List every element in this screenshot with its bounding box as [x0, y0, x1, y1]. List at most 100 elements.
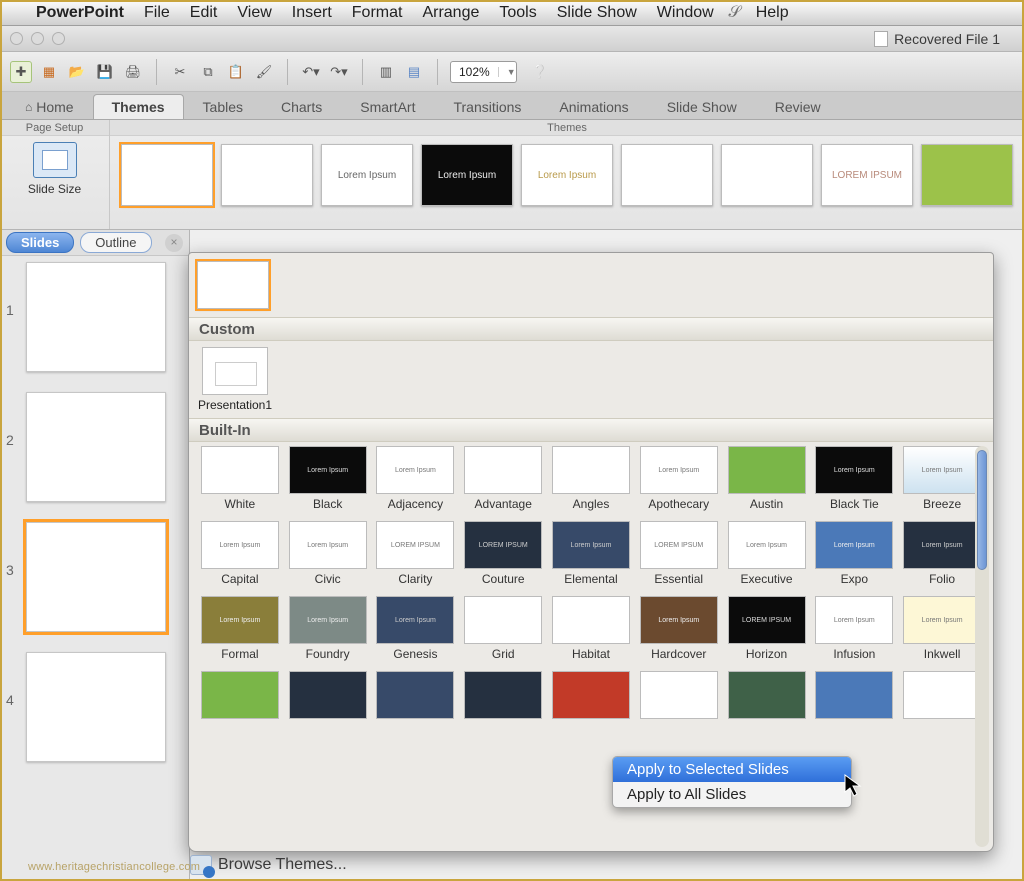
- theme-lorem1[interactable]: Lorem Ipsum: [321, 144, 413, 206]
- slide-thumbnail[interactable]: 1: [6, 262, 183, 372]
- theme-cell[interactable]: Lorem IpsumCapital: [199, 521, 281, 592]
- theme-cell[interactable]: [813, 671, 895, 728]
- theme-cell[interactable]: Lorem IpsumExecutive: [726, 521, 808, 592]
- copy-icon[interactable]: ⧉: [197, 61, 219, 83]
- tab-slides[interactable]: Slides: [6, 232, 74, 253]
- slide-thumbnail[interactable]: 4: [6, 652, 183, 762]
- theme-cell[interactable]: Lorem IpsumBreeze: [901, 446, 983, 517]
- theme-cell[interactable]: Lorem IpsumCivic: [287, 521, 369, 592]
- theme-cell[interactable]: Grid: [462, 596, 544, 667]
- theme-apothecary[interactable]: LOREM IPSUM: [821, 144, 913, 206]
- menu-file[interactable]: File: [134, 4, 180, 22]
- browse-themes-button[interactable]: Browse Themes...: [190, 855, 347, 875]
- theme-cell[interactable]: Lorem IpsumExpo: [813, 521, 895, 592]
- theme-cell[interactable]: Lorem IpsumApothecary: [638, 446, 720, 517]
- save-icon[interactable]: 💾: [94, 61, 116, 83]
- theme-black[interactable]: Lorem Ipsum: [421, 144, 513, 206]
- theme-cell[interactable]: Lorem IpsumInfusion: [813, 596, 895, 667]
- format-painter-icon[interactable]: 🖌: [253, 61, 275, 83]
- theme-cell[interactable]: Habitat: [550, 596, 632, 667]
- close-panel-icon[interactable]: ×: [165, 234, 183, 252]
- menu-edit[interactable]: Edit: [180, 4, 228, 22]
- tab-smartart[interactable]: SmartArt: [341, 94, 434, 119]
- theme-austin[interactable]: [921, 144, 1013, 206]
- menu-arrange[interactable]: Arrange: [412, 4, 489, 22]
- menu-slideshow[interactable]: Slide Show: [547, 4, 647, 22]
- menu-tools[interactable]: Tools: [489, 4, 546, 22]
- new-slide-icon[interactable]: ✚: [10, 61, 32, 83]
- theme-advantage[interactable]: [621, 144, 713, 206]
- close-window-button[interactable]: [10, 32, 23, 45]
- theme-cell[interactable]: Angles: [550, 446, 632, 517]
- open-icon[interactable]: 📂: [66, 61, 88, 83]
- tab-transitions[interactable]: Transitions: [434, 94, 540, 119]
- theme-cell[interactable]: LOREM IPSUMEssential: [638, 521, 720, 592]
- theme-cell[interactable]: Advantage: [462, 446, 544, 517]
- menu-help[interactable]: Help: [746, 4, 799, 22]
- print-icon[interactable]: 🖨: [122, 61, 144, 83]
- theme-angles[interactable]: [721, 144, 813, 206]
- tab-animations[interactable]: Animations: [540, 94, 647, 119]
- tab-charts[interactable]: Charts: [262, 94, 341, 119]
- theme-cell[interactable]: [550, 671, 632, 728]
- tab-slideshow[interactable]: Slide Show: [648, 94, 756, 119]
- theme-cell[interactable]: White: [199, 446, 281, 517]
- theme-cell[interactable]: Lorem IpsumFormal: [199, 596, 281, 667]
- theme-cell[interactable]: Lorem IpsumHardcover: [638, 596, 720, 667]
- redo-icon[interactable]: ↷▾: [328, 61, 350, 83]
- theme-cell[interactable]: Lorem IpsumElemental: [550, 521, 632, 592]
- theme-cell[interactable]: LOREM IPSUMHorizon: [726, 596, 808, 667]
- zoom-dropdown-icon[interactable]: ▼: [498, 67, 516, 77]
- theme-cell[interactable]: Lorem IpsumAdjacency: [375, 446, 457, 517]
- tab-home[interactable]: ⌂Home: [6, 94, 93, 119]
- slide-thumbnail[interactable]: 3: [6, 522, 183, 632]
- menu-window[interactable]: Window: [647, 4, 724, 22]
- tab-outline[interactable]: Outline: [80, 232, 151, 253]
- themes-scrollbar[interactable]: [975, 446, 989, 847]
- menu-app[interactable]: PowerPoint: [26, 4, 134, 22]
- undo-icon[interactable]: ↶▾: [300, 61, 322, 83]
- cut-icon[interactable]: ✂: [169, 61, 191, 83]
- minimize-window-button[interactable]: [31, 32, 44, 45]
- tab-review[interactable]: Review: [756, 94, 840, 119]
- theme-cell[interactable]: [901, 671, 983, 728]
- menuitem-apply-selected[interactable]: Apply to Selected Slides: [613, 757, 851, 782]
- slide-thumbnail[interactable]: 2: [6, 392, 183, 502]
- theme-cell[interactable]: Lorem IpsumInkwell: [901, 596, 983, 667]
- theme-cell[interactable]: [287, 671, 369, 728]
- theme-cell[interactable]: [726, 671, 808, 728]
- slide-size-button[interactable]: Slide Size: [28, 136, 81, 196]
- theme-cell[interactable]: [462, 671, 544, 728]
- theme-cell[interactable]: [199, 671, 281, 728]
- show-hide-icon[interactable]: ▥: [375, 61, 397, 83]
- theme-cell[interactable]: [638, 671, 720, 728]
- zoom-window-button[interactable]: [52, 32, 65, 45]
- theme-cell[interactable]: LOREM IPSUMCouture: [462, 521, 544, 592]
- theme-cell[interactable]: [375, 671, 457, 728]
- zoom-combo[interactable]: 102% ▼: [450, 61, 517, 83]
- theme-adjacency[interactable]: Lorem Ipsum: [521, 144, 613, 206]
- menu-format[interactable]: Format: [342, 4, 413, 22]
- current-theme-thumb[interactable]: [197, 261, 269, 309]
- menu-view[interactable]: View: [227, 4, 281, 22]
- theme-cell[interactable]: Lorem IpsumFolio: [901, 521, 983, 592]
- help-icon[interactable]: ❔: [529, 61, 551, 83]
- layout-icon[interactable]: ▤: [403, 61, 425, 83]
- script-menu-icon[interactable]: 𝒮: [724, 4, 746, 22]
- menu-insert[interactable]: Insert: [282, 4, 342, 22]
- theme-white[interactable]: [121, 144, 213, 206]
- paste-icon[interactable]: 📋: [225, 61, 247, 83]
- theme-cell[interactable]: Lorem IpsumBlack: [287, 446, 369, 517]
- tab-tables[interactable]: Tables: [184, 94, 262, 119]
- custom-theme-presentation1[interactable]: Presentation1: [199, 347, 271, 412]
- theme-cell[interactable]: Lorem IpsumBlack Tie: [813, 446, 895, 517]
- theme-cell[interactable]: Austin: [726, 446, 808, 517]
- theme-cell[interactable]: Lorem IpsumGenesis: [375, 596, 457, 667]
- menuitem-apply-all[interactable]: Apply to All Slides: [613, 782, 851, 807]
- new-doc-icon[interactable]: ▦: [38, 61, 60, 83]
- scrollbar-thumb[interactable]: [977, 450, 987, 570]
- theme-cell[interactable]: LOREM IPSUMClarity: [375, 521, 457, 592]
- theme-cell[interactable]: Lorem IpsumFoundry: [287, 596, 369, 667]
- tab-themes[interactable]: Themes: [93, 94, 184, 119]
- theme-blank[interactable]: [221, 144, 313, 206]
